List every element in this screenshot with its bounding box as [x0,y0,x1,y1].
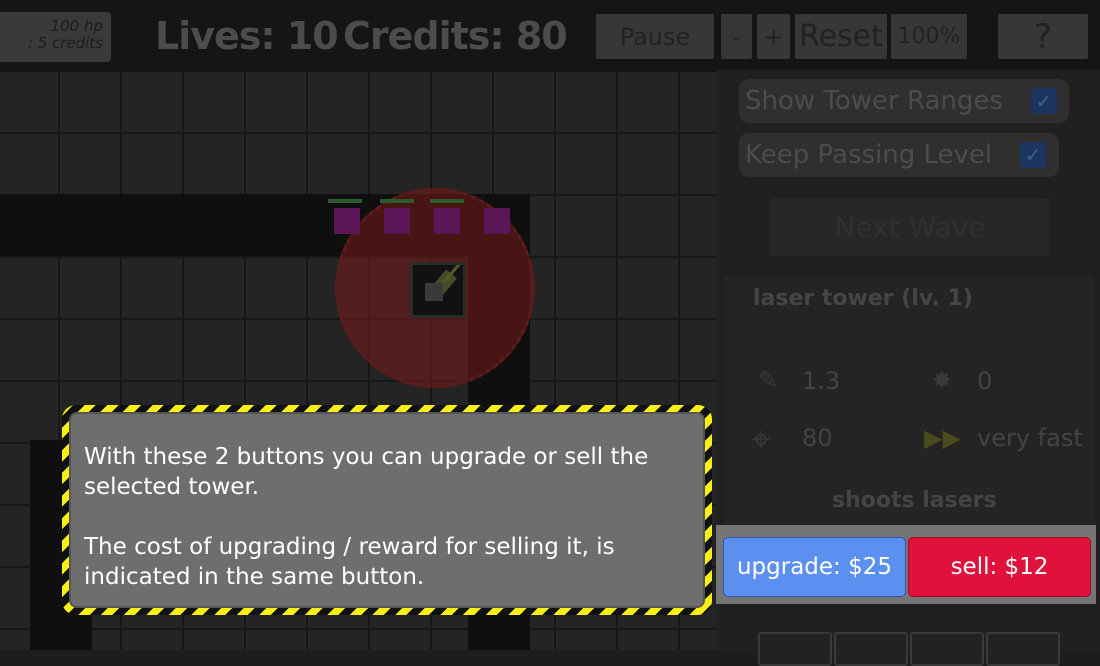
splash-icon: ✸ [932,366,953,394]
lives-counter: Lives: 10 [155,14,339,58]
tower-shop-item[interactable] [758,632,832,666]
tutorial-paragraph: With these 2 buttons you can upgrade or … [84,444,649,500]
enemy-health-bar [430,199,464,203]
tower-shop-item[interactable] [986,632,1060,666]
enemy-creep [434,208,460,234]
speed-up-button[interactable]: + [757,14,790,59]
tutorial-callout: With these 2 buttons you can upgrade or … [62,405,712,615]
speed-display: 100% [891,14,967,59]
tower-range-value: 80 [802,424,833,452]
enemy-health-bar [328,199,362,203]
show-ranges-checkbox[interactable]: ✓ [1031,88,1057,114]
sell-button[interactable]: sell: $12 [908,537,1091,597]
keep-passing-option[interactable]: Keep Passing Level [739,133,1059,177]
pause-button[interactable]: Pause [596,14,714,59]
laser-tower[interactable] [410,252,471,318]
tutorial-paragraph: The cost of upgrading / reward for selli… [84,534,615,590]
keep-passing-label: Keep Passing Level [745,140,993,170]
range-crosshair-icon: ⌖ [752,420,771,458]
enemy-creep [334,208,360,234]
enemy-reward-text: : 5 credits [27,34,103,52]
credits-counter: Credits: 80 [343,14,568,58]
tower-splash-value: 0 [977,367,993,395]
tower-description: shoots lasers [832,488,997,513]
enemy-creep [384,208,410,234]
enemy-creep [484,208,510,234]
show-ranges-label: Show Tower Ranges [745,86,1003,116]
enemy-health-bar [380,199,414,203]
keep-passing-checkbox[interactable]: ✓ [1020,142,1046,168]
enemy-info-box: 100 hp : 5 credits [0,12,111,62]
laser-tower-icon [425,252,471,301]
tower-damage-value: 1.3 [802,367,841,395]
tower-title: laser tower (lv. 1) [753,286,973,311]
show-ranges-option[interactable]: Show Tower Ranges [739,79,1069,123]
tutorial-text-box: With these 2 buttons you can upgrade or … [69,412,705,608]
help-button[interactable]: ? [998,14,1088,59]
reset-button[interactable]: Reset [795,14,887,59]
next-wave-button[interactable]: Next Wave [770,198,1050,256]
speed-arrows-icon: ▶▶ [924,424,961,452]
speed-down-button[interactable]: - [721,14,752,59]
upgrade-button[interactable]: upgrade: $25 [723,537,906,597]
enemy-hp-text: 100 hp [50,17,103,35]
damage-icon: ✎ [758,366,779,394]
tower-shop-item[interactable] [834,632,908,666]
top-bar: 100 hp : 5 credits Lives: 10 Credits: 80… [0,0,1100,70]
tower-shop-item[interactable] [910,632,984,666]
tower-speed-value: very fast [977,424,1083,452]
